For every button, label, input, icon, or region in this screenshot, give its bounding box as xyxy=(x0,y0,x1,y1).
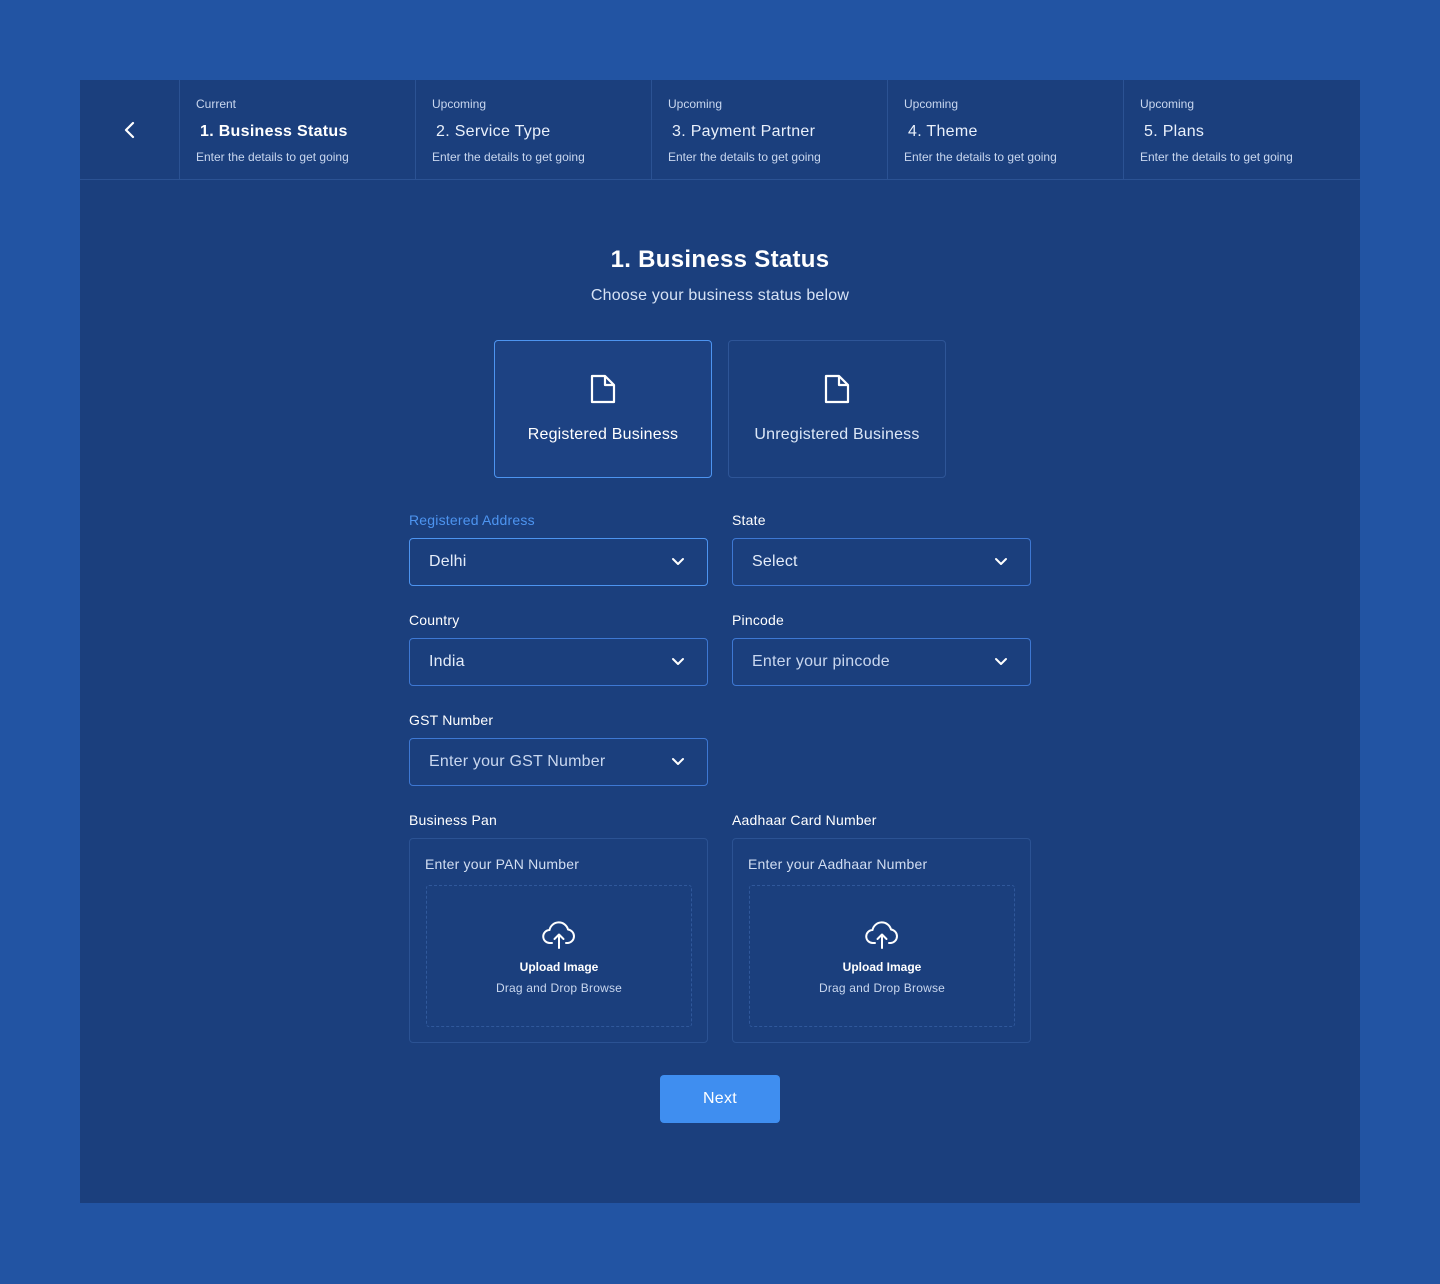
step-business-status[interactable]: Current 1. Business Status Enter the det… xyxy=(180,80,416,180)
step-desc: Enter the details to get going xyxy=(668,150,821,164)
select-placeholder: Enter your pincode xyxy=(752,653,890,670)
option-label: Unregistered Business xyxy=(754,426,920,443)
business-pan-upload: Enter your PAN Number Upload Image Drag … xyxy=(409,838,708,1043)
step-status: Current xyxy=(196,97,237,111)
country-label: Country xyxy=(409,612,460,628)
step-desc: Enter the details to get going xyxy=(904,150,1057,164)
aadhaar-dropzone[interactable]: Upload Image Drag and Drop Browse xyxy=(749,885,1015,1027)
pincode-select[interactable]: Enter your pincode xyxy=(732,638,1031,686)
state-select[interactable]: Select xyxy=(732,538,1031,586)
gst-select[interactable]: Enter your GST Number xyxy=(409,738,708,786)
step-status: Upcoming xyxy=(432,97,487,111)
step-name: 1. Business Status xyxy=(200,123,348,140)
cloud-upload-icon xyxy=(542,921,575,949)
step-plans[interactable]: Upcoming 5. Plans Enter the details to g… xyxy=(1124,80,1360,180)
page-subtitle: Choose your business status below xyxy=(590,287,850,304)
pan-dropzone[interactable]: Upload Image Drag and Drop Browse xyxy=(426,885,692,1027)
chevron-down-icon xyxy=(672,558,684,565)
select-value: India xyxy=(429,653,465,670)
back-button[interactable] xyxy=(80,80,180,180)
business-pan-label: Business Pan xyxy=(409,812,498,828)
chevron-down-icon xyxy=(672,658,684,665)
step-service-type[interactable]: Upcoming 2. Service Type Enter the detai… xyxy=(416,80,652,180)
step-name: 5. Plans xyxy=(1144,123,1205,140)
select-value: Select xyxy=(752,553,798,570)
upload-subtitle: Drag and Drop Browse xyxy=(818,981,946,995)
select-value: Delhi xyxy=(429,553,467,570)
chevron-down-icon xyxy=(672,758,684,765)
chevron-left-icon xyxy=(124,121,134,139)
upload-subtitle: Drag and Drop Browse xyxy=(495,981,623,995)
pan-input[interactable]: Enter your PAN Number xyxy=(425,856,579,872)
chevron-down-icon xyxy=(995,658,1007,665)
step-name: 2. Service Type xyxy=(436,123,551,140)
step-name: 3. Payment Partner xyxy=(672,123,816,140)
step-name: 4. Theme xyxy=(908,123,978,140)
registered-address-select[interactable]: Delhi xyxy=(409,538,708,586)
select-placeholder: Enter your GST Number xyxy=(429,753,606,770)
step-desc: Enter the details to get going xyxy=(432,150,585,164)
aadhaar-label: Aadhaar Card Number xyxy=(732,812,877,828)
document-icon xyxy=(590,374,616,404)
gst-label: GST Number xyxy=(409,712,494,728)
aadhaar-input[interactable]: Enter your Aadhaar Number xyxy=(748,856,927,872)
chevron-down-icon xyxy=(995,558,1007,565)
stepper: Current 1. Business Status Enter the det… xyxy=(80,80,1360,180)
option-label: Registered Business xyxy=(527,426,679,443)
step-desc: Enter the details to get going xyxy=(196,150,349,164)
unregistered-business-option[interactable]: Unregistered Business xyxy=(728,340,946,478)
next-button[interactable]: Next xyxy=(660,1075,780,1123)
country-select[interactable]: India xyxy=(409,638,708,686)
document-icon xyxy=(824,374,850,404)
pincode-label: Pincode xyxy=(732,612,784,628)
step-theme[interactable]: Upcoming 4. Theme Enter the details to g… xyxy=(888,80,1124,180)
state-label: State xyxy=(732,512,766,528)
step-payment-partner[interactable]: Upcoming 3. Payment Partner Enter the de… xyxy=(652,80,888,180)
aadhaar-upload: Enter your Aadhaar Number Upload Image D… xyxy=(732,838,1031,1043)
step-status: Upcoming xyxy=(668,97,723,111)
registered-address-label: Registered Address xyxy=(409,512,535,528)
registered-business-option[interactable]: Registered Business xyxy=(494,340,712,478)
upload-title: Upload Image xyxy=(842,960,922,974)
onboarding-card: Current 1. Business Status Enter the det… xyxy=(80,80,1360,1203)
step-status: Upcoming xyxy=(1140,97,1195,111)
step-status: Upcoming xyxy=(904,97,959,111)
upload-title: Upload Image xyxy=(519,960,599,974)
cloud-upload-icon xyxy=(865,921,898,949)
page-title: 1. Business Status xyxy=(610,246,830,273)
step-desc: Enter the details to get going xyxy=(1140,150,1293,164)
